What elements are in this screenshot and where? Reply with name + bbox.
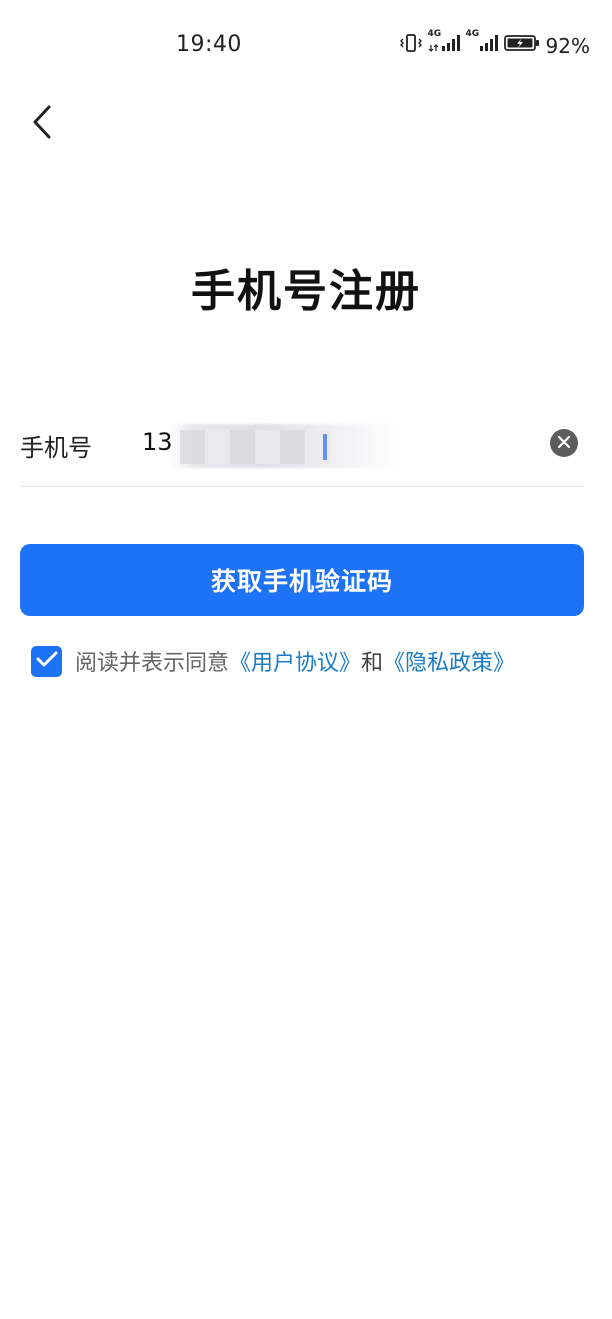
phone-row: 手机号 — [20, 412, 584, 487]
agreement-checkbox[interactable] — [31, 645, 62, 677]
text-caret — [323, 434, 327, 460]
status-time: 19:40 — [176, 32, 242, 57]
battery-percent: 92% — [545, 33, 590, 58]
battery-icon — [503, 33, 540, 58]
clear-button[interactable] — [550, 429, 578, 457]
privacy-policy-link[interactable]: 《隐私政策》 — [383, 645, 515, 677]
signal-icon-2: 4G — [466, 29, 498, 58]
checkmark-icon — [36, 649, 58, 674]
agreement-prefix: 阅读并表示同意 — [75, 651, 230, 676]
signal-icon-1: 4G — [428, 29, 460, 58]
status-bar: 19:40 4G 4G 92% — [0, 0, 612, 90]
clear-x-icon — [557, 434, 571, 453]
back-button[interactable] — [18, 98, 66, 150]
page-title: 手机号注册 — [191, 266, 421, 317]
agreement-row: 阅读并表示同意 《用户协议》 和 《隐私政策》 — [31, 644, 515, 678]
get-verification-code-button[interactable]: 获取手机验证码 — [20, 544, 584, 616]
status-icons: 4G 4G 92% — [399, 29, 590, 58]
network-type-1: 4G — [427, 29, 442, 39]
agreement-and: 和 — [361, 651, 384, 676]
phone-input[interactable] — [142, 422, 502, 462]
chevron-left-icon — [30, 104, 54, 144]
register-page: 19:40 4G 4G 92% 手机号注册 手机号 13 获取手机验证码 阅读并… — [0, 0, 612, 1319]
network-type-2: 4G — [465, 29, 480, 39]
vibrate-icon — [399, 33, 422, 58]
phone-label: 手机号 — [20, 434, 92, 462]
user-agreement-link[interactable]: 《用户协议》 — [229, 645, 361, 677]
